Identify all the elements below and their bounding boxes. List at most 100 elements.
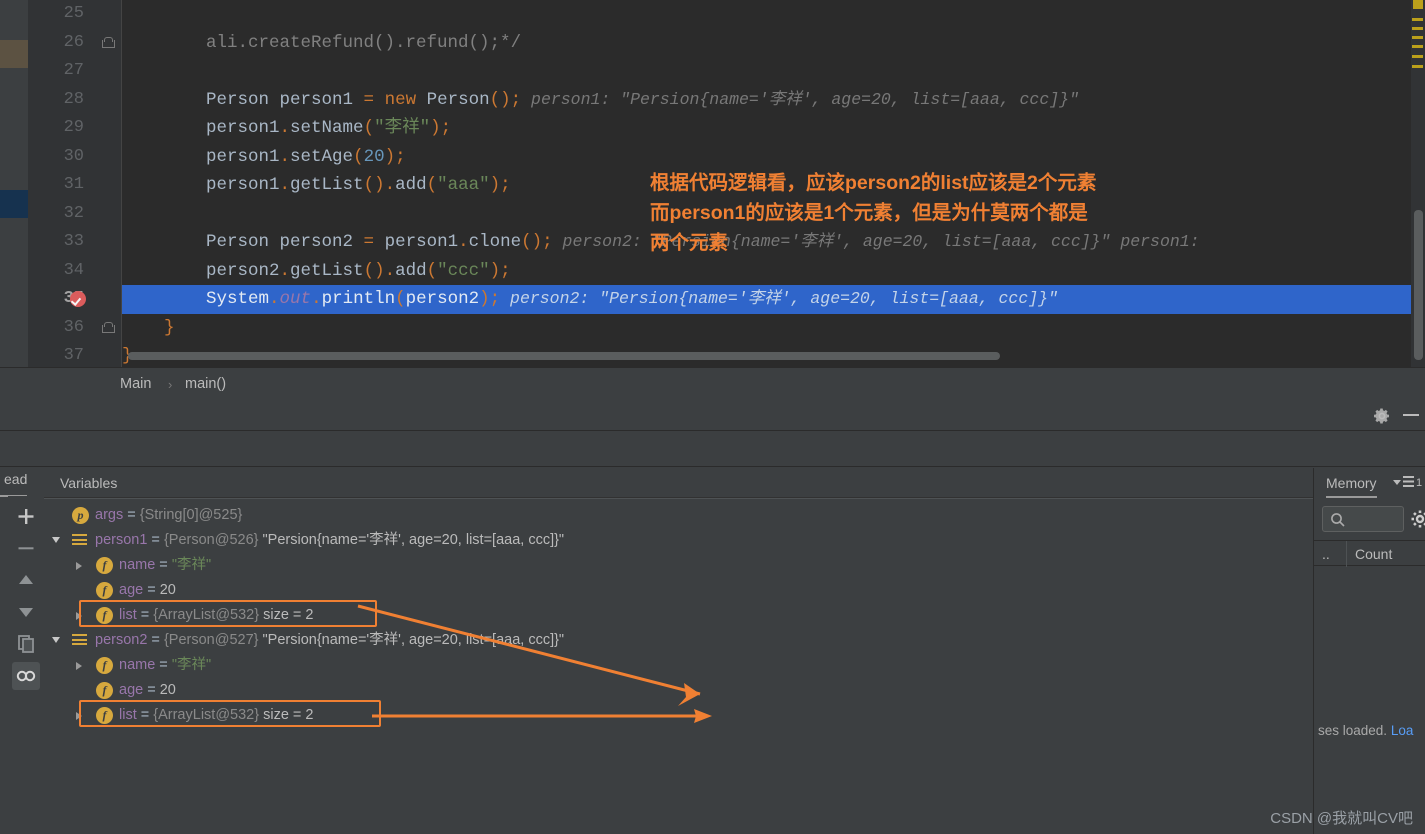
expand-arrow-right-icon[interactable] — [76, 662, 82, 670]
memory-column-class[interactable]: .. — [1322, 541, 1330, 567]
code-line-text: } — [164, 317, 175, 338]
move-down-icon[interactable] — [12, 598, 40, 626]
variable-row[interactable]: f name = "李祥" — [44, 653, 1313, 678]
field-badge-icon: f — [96, 582, 113, 599]
variable-row[interactable]: f name = "李祥" — [44, 553, 1313, 578]
annotation-highlight-box — [79, 600, 377, 627]
editor-marker-gutter[interactable] — [1411, 0, 1425, 367]
line-number[interactable]: 34 — [64, 257, 84, 286]
editor-horizontal-scrollbar[interactable] — [128, 352, 1000, 360]
variable-text: person1 = {Person@526} "Persion{name='李祥… — [95, 532, 565, 548]
memory-search-input[interactable] — [1322, 506, 1404, 532]
warning-marker[interactable] — [1412, 45, 1423, 48]
fold-marker-icon[interactable] — [102, 321, 115, 334]
annotation-top-text: 根据代码逻辑看，应该person2的list应该是2个元素 而person1的应… — [650, 172, 1097, 254]
code-editor: 25262728293031323334353637 ali.createRef… — [0, 0, 1425, 367]
warning-marker[interactable] — [1412, 55, 1423, 58]
svg-text:1: 1 — [1416, 477, 1422, 489]
vcs-annotation-strip[interactable] — [0, 0, 28, 367]
warning-marker[interactable] — [1413, 0, 1423, 9]
code-line[interactable] — [122, 57, 1425, 86]
line-number[interactable]: 33 — [64, 228, 84, 257]
variables-tab-label[interactable]: Variables — [60, 468, 117, 498]
memory-panel: Memory 1 .. Count ses loaded. Loa — [1313, 468, 1425, 834]
watermark: CSDN @我就叫CV吧 — [1270, 810, 1413, 827]
line-number[interactable]: 27 — [64, 57, 84, 86]
memory-status-text: ses loaded. Loa — [1318, 723, 1413, 738]
debug-tool-window: ead Variables p args = {String[0]@525} p… — [0, 400, 1425, 834]
code-line[interactable]: ali.createRefund().refund();*/ — [122, 29, 1425, 58]
code-line[interactable]: person2.getList().add("ccc"); — [122, 257, 1425, 286]
memory-column-count[interactable]: Count — [1346, 541, 1392, 567]
variables-side-rail — [8, 496, 44, 834]
warning-marker[interactable] — [1412, 65, 1423, 68]
line-number-gutter[interactable]: 25262728293031323334353637 — [28, 0, 94, 367]
variable-row[interactable]: person2 = {Person@527} "Persion{name='李祥… — [44, 628, 1313, 653]
variables-tree[interactable]: p args = {String[0]@525} person1 = {Person… — [44, 498, 1313, 834]
breadcrumb-separator: › — [168, 377, 173, 392]
parameter-badge-icon: p — [72, 507, 89, 524]
field-badge-icon: f — [96, 682, 113, 699]
breadcrumb-item-class[interactable]: Main — [120, 368, 151, 401]
memory-settings-gear-icon[interactable] — [1410, 509, 1425, 529]
remove-watch-icon[interactable] — [12, 534, 40, 562]
chevron-down-icon[interactable] — [1392, 477, 1402, 487]
breakpoint-icon[interactable] — [70, 291, 86, 307]
warning-marker[interactable] — [1412, 27, 1423, 30]
code-line-text: Person person1 = new Person(); — [122, 89, 522, 110]
code-line[interactable] — [122, 0, 1425, 29]
memory-status-label: ses loaded. — [1318, 723, 1391, 738]
line-number[interactable]: 26 — [64, 29, 84, 58]
expand-arrow-down-icon[interactable] — [52, 637, 60, 643]
variable-text: name = "李祥" — [119, 657, 212, 673]
memory-status-link[interactable]: Loa — [1391, 723, 1414, 738]
code-folding-gutter[interactable] — [94, 0, 122, 367]
add-watch-icon[interactable] — [12, 502, 40, 530]
line-number[interactable]: 37 — [64, 342, 84, 367]
variables-tab-header: Variables — [44, 468, 1313, 498]
vcs-change-marker-modified — [0, 40, 28, 68]
line-number[interactable]: 36 — [64, 314, 84, 343]
line-number[interactable]: 28 — [64, 86, 84, 115]
inline-debug-hint: person2: "Persion{name='李祥', age=20, lis… — [500, 289, 1058, 308]
code-line[interactable]: Person person1 = new Person(); person1: … — [122, 86, 1425, 115]
move-up-icon[interactable] — [12, 566, 40, 594]
debug-titlebar — [0, 400, 1425, 431]
expand-arrow-down-icon[interactable] — [52, 537, 60, 543]
line-number[interactable]: 30 — [64, 143, 84, 172]
line-number[interactable]: 29 — [64, 114, 84, 143]
variable-row[interactable]: person1 = {Person@526} "Persion{name='李祥… — [44, 528, 1313, 553]
variable-text: person2 = {Person@527} "Persion{name='李祥… — [95, 632, 565, 648]
code-line[interactable]: System.out.println(person2); person2: "P… — [122, 285, 1425, 314]
line-number[interactable]: 31 — [64, 171, 84, 200]
code-line[interactable]: person1.setAge(20); — [122, 143, 1425, 172]
code-line-text: person1.setName("李祥"); — [122, 118, 452, 138]
memory-tab-label[interactable]: Memory — [1326, 468, 1377, 498]
editor-vertical-scrollbar[interactable] — [1414, 210, 1423, 360]
field-badge-icon: f — [96, 557, 113, 574]
code-line-text: person2.getList().add("ccc"); — [122, 260, 511, 281]
minimize-icon[interactable] — [1403, 414, 1419, 416]
memory-column-header: .. Count — [1314, 540, 1425, 567]
object-node-icon — [72, 634, 87, 647]
code-line[interactable]: } — [122, 314, 1425, 343]
code-line-text: System.out.println(person2); — [122, 289, 501, 309]
line-number[interactable]: 25 — [64, 0, 84, 29]
variable-text: args = {String[0]@525} — [95, 507, 243, 523]
code-line-text: Person person2 = person1.clone(); — [122, 232, 553, 252]
code-line[interactable]: person1.setName("李祥"); — [122, 114, 1425, 143]
expand-arrow-right-icon[interactable] — [76, 562, 82, 570]
memory-options-icon[interactable]: 1 — [1403, 475, 1425, 489]
variable-row[interactable]: p args = {String[0]@525} — [44, 503, 1313, 528]
watches-icon[interactable] — [12, 662, 40, 690]
fold-marker-icon[interactable] — [102, 36, 115, 49]
line-number[interactable]: 32 — [64, 200, 84, 229]
breadcrumb-item-method[interactable]: main() — [185, 368, 226, 401]
warning-marker[interactable] — [1412, 36, 1423, 39]
settings-gear-icon[interactable] — [1372, 406, 1392, 426]
warning-marker[interactable] — [1412, 18, 1423, 21]
idea-debugger-window: 25262728293031323334353637 ali.createRef… — [0, 0, 1425, 834]
copy-icon[interactable] — [12, 630, 40, 658]
debug-thread-tab[interactable]: ead — [0, 462, 28, 497]
annotation-highlight-box — [79, 700, 381, 727]
